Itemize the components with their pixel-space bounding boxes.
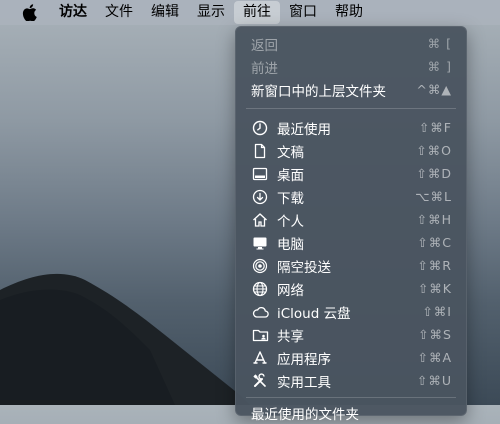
cloud-icon	[251, 303, 269, 321]
menu-item-shortcut: ⇧⌘O	[416, 143, 452, 158]
menu-item-shortcut: ⌘ ]	[427, 59, 452, 74]
menu-item-label: 隔空投送	[277, 259, 331, 276]
menu-item-enclosing-folder[interactable]: 新窗口中的上层文件夹 ^⌘▲	[236, 78, 466, 101]
network-icon	[251, 280, 269, 298]
menu-separator	[246, 108, 456, 109]
menu-item-label: 文稿	[277, 144, 304, 161]
menu-help[interactable]: 帮助	[326, 1, 372, 24]
menu-view[interactable]: 显示	[188, 1, 234, 24]
utilities-icon	[251, 372, 269, 390]
menu-item-shortcut: ⇧⌘H	[416, 212, 452, 227]
menu-item-label: 实用工具	[277, 374, 331, 391]
menu-item-recent-folders[interactable]: 最近使用的文件夹	[236, 401, 466, 424]
menu-item-shared[interactable]: 共享 ⇧⌘S	[236, 323, 466, 346]
menu-item-icloud-drive[interactable]: iCloud 云盘 ⇧⌘I	[236, 300, 466, 323]
menu-item-home[interactable]: 个人 ⇧⌘H	[236, 208, 466, 231]
shared-folder-icon	[251, 326, 269, 344]
menu-item-shortcut: ⇧⌘I	[422, 304, 452, 319]
menu-item-shortcut: ⌘ [	[427, 36, 452, 51]
menu-item-shortcut: ^⌘▲	[416, 82, 452, 97]
menu-item-shortcut: ⇧⌘C	[417, 235, 452, 250]
menu-item-network[interactable]: 网络 ⇧⌘K	[236, 277, 466, 300]
applications-icon	[251, 349, 269, 367]
menu-item-back[interactable]: 返回 ⌘ [	[236, 32, 466, 55]
menu-window[interactable]: 窗口	[280, 1, 326, 24]
home-icon	[251, 211, 269, 229]
menu-item-downloads[interactable]: 下载 ⌥⌘L	[236, 185, 466, 208]
menu-item-forward[interactable]: 前进 ⌘ ]	[236, 55, 466, 78]
menu-item-applications[interactable]: 应用程序 ⇧⌘A	[236, 346, 466, 369]
menu-go[interactable]: 前往	[234, 1, 280, 24]
menu-item-label: 应用程序	[277, 351, 331, 368]
menu-item-desktop[interactable]: 桌面 ⇧⌘D	[236, 162, 466, 185]
go-menu-dropdown: 返回 ⌘ [ 前进 ⌘ ] 新窗口中的上层文件夹 ^⌘▲ 最近使用 ⇧⌘F 文稿…	[235, 26, 467, 423]
menu-item-label: iCloud 云盘	[277, 305, 351, 322]
menu-item-shortcut: ⇧⌘S	[418, 327, 452, 342]
menu-item-label: 下载	[277, 190, 304, 207]
menu-item-shortcut: ⌥⌘L	[415, 189, 452, 204]
menu-item-shortcut: ⇧⌘K	[417, 281, 452, 296]
menu-item-label: 网络	[277, 282, 304, 299]
menu-item-label: 返回	[251, 37, 278, 54]
menu-item-shortcut: ⇧⌘R	[417, 258, 452, 273]
menu-item-label: 桌面	[277, 167, 304, 184]
menu-item-label: 最近使用	[277, 121, 331, 138]
menu-item-label: 电脑	[277, 236, 304, 253]
computer-icon	[251, 234, 269, 252]
menu-item-utilities[interactable]: 实用工具 ⇧⌘U	[236, 369, 466, 392]
menu-finder[interactable]: 访达	[50, 1, 96, 24]
airdrop-icon	[251, 257, 269, 275]
menu-item-label: 前进	[251, 60, 278, 77]
apple-logo-icon[interactable]	[18, 4, 40, 21]
clock-icon	[251, 119, 269, 137]
menu-item-label: 新窗口中的上层文件夹	[251, 83, 386, 100]
menu-item-shortcut: ⇧⌘U	[416, 373, 452, 388]
menu-bar: 访达 文件 编辑 显示 前往 窗口 帮助	[0, 0, 500, 25]
menu-item-shortcut: ⇧⌘D	[416, 166, 452, 181]
menu-separator	[246, 397, 456, 398]
menu-item-label: 个人	[277, 213, 304, 230]
menu-item-computer[interactable]: 电脑 ⇧⌘C	[236, 231, 466, 254]
download-icon	[251, 188, 269, 206]
menu-item-label: 共享	[277, 328, 304, 345]
menu-item-airdrop[interactable]: 隔空投送 ⇧⌘R	[236, 254, 466, 277]
menu-item-recents[interactable]: 最近使用 ⇧⌘F	[236, 116, 466, 139]
desktop-icon	[251, 165, 269, 183]
menu-file[interactable]: 文件	[96, 1, 142, 24]
document-icon	[251, 142, 269, 160]
menu-item-shortcut: ⇧⌘A	[417, 350, 452, 365]
menu-item-shortcut: ⇧⌘F	[418, 120, 452, 135]
menu-edit[interactable]: 编辑	[142, 1, 188, 24]
menu-item-label: 最近使用的文件夹	[251, 406, 359, 423]
menu-item-documents[interactable]: 文稿 ⇧⌘O	[236, 139, 466, 162]
